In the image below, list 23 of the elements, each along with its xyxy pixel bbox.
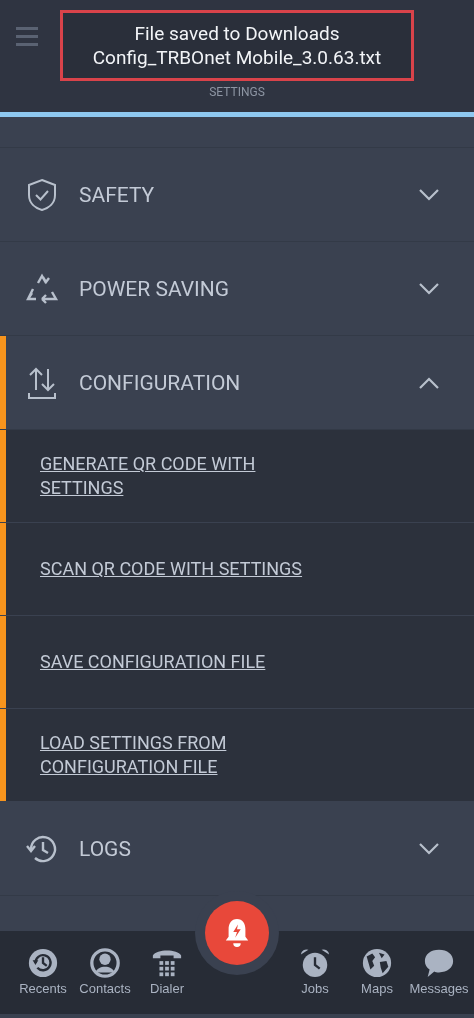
chevron-up-icon	[418, 375, 440, 390]
settings-section[interactable]: CONFIGURATION	[0, 336, 474, 430]
speech-bubble-icon	[423, 947, 455, 979]
chevron-down-icon	[418, 281, 440, 296]
nav-tab[interactable]: Contacts	[74, 947, 136, 1014]
recycle-icon	[25, 272, 59, 305]
nav-tab[interactable]: Recents	[12, 947, 74, 1014]
toast-message: File saved to Downloads Config_TRBOnet Mobile_3.0.63.txt	[60, 10, 414, 81]
history-icon	[27, 947, 59, 979]
settings-link[interactable]: SCAN QR CODE WITH SETTINGS	[40, 557, 310, 581]
page-title: SETTINGS	[208, 85, 266, 100]
globe-icon	[361, 947, 393, 979]
nav-tab[interactable]: Jobs	[284, 947, 346, 1014]
nav-tab[interactable]: Maps	[346, 947, 408, 1014]
settings-link[interactable]: SAVE CONFIGURATION FILE	[40, 650, 310, 674]
nav-tab[interactable]: Dialer	[136, 947, 198, 1014]
upload-download-icon	[26, 365, 58, 400]
nav-tab[interactable]: Messages	[408, 947, 470, 1014]
alarm-clock-icon	[299, 947, 331, 979]
shield-check-icon	[26, 177, 58, 212]
person-icon	[89, 947, 121, 979]
chevron-down-icon	[418, 187, 440, 202]
chevron-down-icon	[418, 841, 440, 856]
